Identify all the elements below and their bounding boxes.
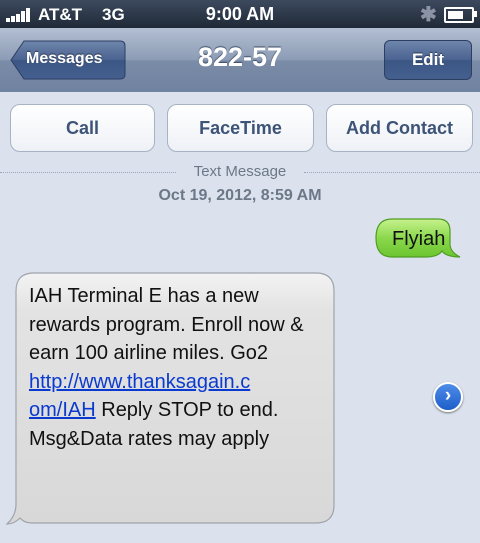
message-link-line2: om/IAH: [29, 399, 96, 422]
add-contact-button[interactable]: Add Contact: [326, 104, 473, 152]
incoming-message-bubble[interactable]: IAH Terminal E has a new rewards program…: [6, 272, 336, 526]
edit-button[interactable]: Edit: [384, 40, 472, 80]
contact-actions: Call FaceTime Add Contact: [0, 92, 480, 164]
facetime-button[interactable]: FaceTime: [167, 104, 314, 152]
message-type-label: Text Message: [193, 163, 287, 180]
message-timestamp: Oct 19, 2012, 8:59 AM: [158, 187, 322, 204]
message-text-part: IAH Terminal E has a new rewards program…: [29, 285, 310, 365]
incoming-message-text: IAH Terminal E has a new rewards program…: [29, 282, 321, 454]
battery-icon: [444, 7, 474, 23]
battery-tip: [474, 11, 477, 17]
bluetooth-icon: ✱: [420, 4, 437, 26]
outgoing-message-text: Flyiah: [392, 228, 446, 250]
status-time: 9:00 AM: [205, 4, 275, 24]
disclosure-chevron-icon[interactable]: ›: [433, 382, 463, 412]
outgoing-message-bubble[interactable]: Flyiah: [374, 218, 462, 258]
navigation-bar: Messages 822-57 Edit: [0, 28, 480, 93]
call-button[interactable]: Call: [10, 104, 155, 152]
message-link-line1: http://www.thanksagain.c: [29, 370, 251, 393]
status-bar: AT&T 3G 9:00 AM ✱: [0, 0, 480, 28]
